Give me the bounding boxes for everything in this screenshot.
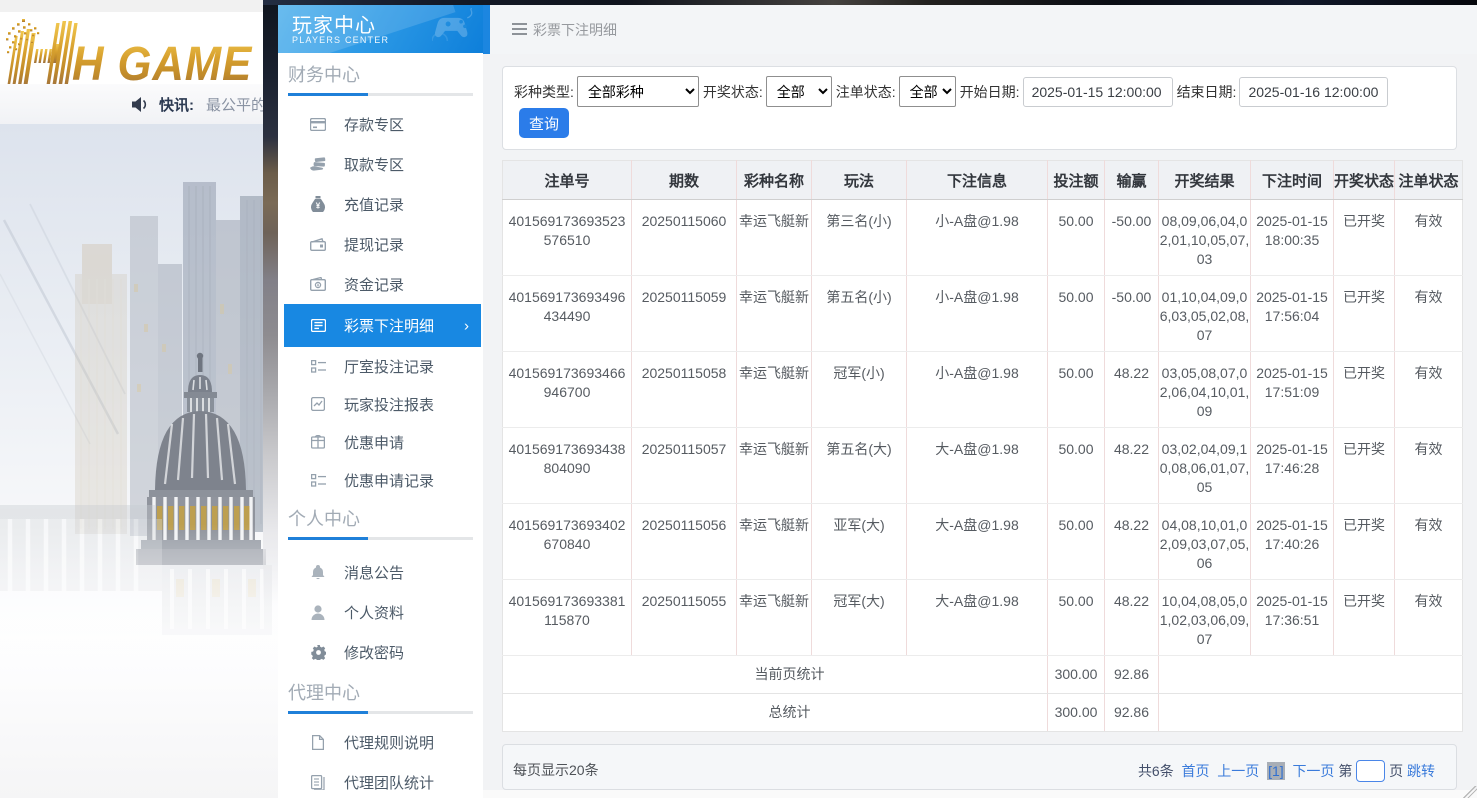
svg-text:H GAME: H GAME: [72, 36, 253, 84]
svg-text:¥: ¥: [316, 202, 321, 211]
